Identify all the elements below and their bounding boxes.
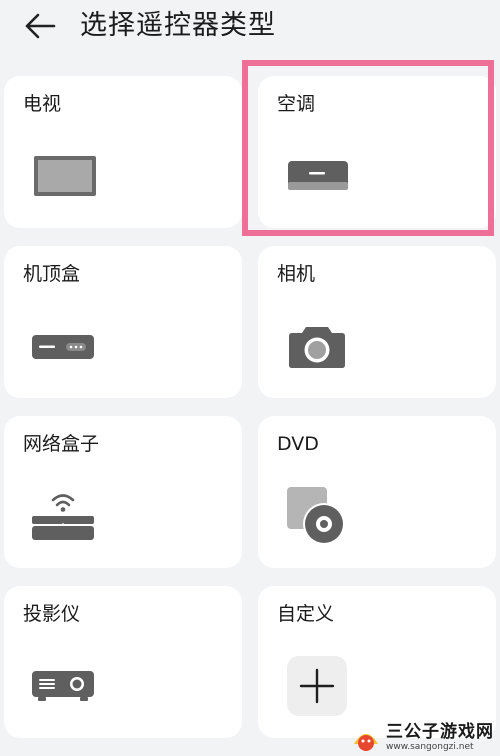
back-button[interactable] (22, 10, 58, 42)
tv-icon (34, 156, 96, 196)
projector-icon (32, 671, 94, 701)
arrow-left-icon (25, 13, 56, 39)
dvd-icon (287, 487, 345, 545)
device-card-tv[interactable]: 电视 (4, 76, 242, 228)
plus-icon (287, 656, 347, 716)
camera-icon (289, 327, 345, 368)
device-card-dvd[interactable]: DVD (258, 416, 496, 568)
device-card-network-box[interactable]: 网络盒子 (4, 416, 242, 568)
device-card-set-top-box[interactable]: 机顶盒 (4, 246, 242, 398)
device-label: 相机 (277, 263, 316, 285)
watermark: 三公子游戏网 www.sangongzi.net (351, 724, 494, 752)
device-label: 空调 (277, 93, 316, 115)
page-title: 选择遥控器类型 (80, 10, 276, 41)
device-card-projector[interactable]: 投影仪 (4, 586, 242, 738)
header-bar: 选择遥控器类型 (0, 0, 500, 56)
device-label: 机顶盒 (23, 263, 81, 285)
set-top-box-icon (32, 335, 94, 359)
device-card-camera[interactable]: 相机 (258, 246, 496, 398)
network-box-icon (32, 494, 94, 540)
device-label: 电视 (23, 93, 62, 115)
device-label: 投影仪 (23, 603, 81, 625)
air-conditioner-icon (288, 161, 348, 190)
device-label: 网络盒子 (23, 433, 100, 455)
device-card-ac[interactable]: 空调 (258, 76, 496, 228)
device-card-custom[interactable]: 自定义 (258, 586, 496, 738)
watermark-logo-icon (354, 734, 378, 751)
device-label: 自定义 (277, 603, 335, 625)
watermark-text: 三公子游戏网 (386, 722, 494, 742)
device-label: DVD (277, 433, 319, 455)
watermark-url: www.sangongzi.net (386, 742, 474, 752)
